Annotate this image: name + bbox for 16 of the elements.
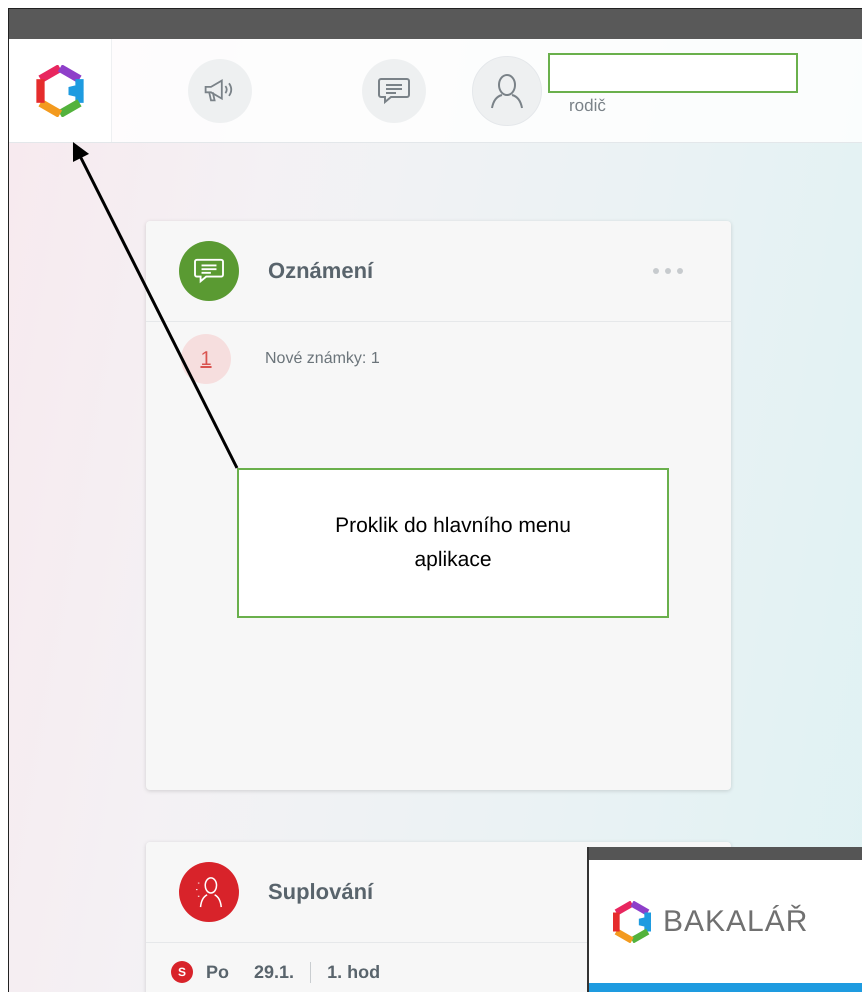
- date-label: 29.1.: [254, 962, 312, 982]
- menu-button[interactable]: [9, 39, 112, 142]
- user-icon: [490, 72, 524, 108]
- substitution-marker: S: [171, 961, 193, 983]
- card-title: Oznámení: [268, 258, 374, 284]
- user-role: rodič: [569, 96, 607, 116]
- callout-text: Proklik do hlavního menu aplikace: [334, 513, 572, 573]
- logo-icon: [36, 64, 84, 116]
- brand-name: BAKALÁŘ: [663, 904, 808, 938]
- logo-icon: [613, 900, 651, 942]
- lesson-label: 1. hod: [327, 962, 380, 982]
- grade-badge: 1: [181, 334, 231, 384]
- chat-icon: [377, 76, 411, 106]
- notification-text[interactable]: Nové známky: 1: [265, 350, 380, 368]
- day-label: Po: [206, 962, 230, 982]
- card-title: Suplování: [268, 879, 374, 905]
